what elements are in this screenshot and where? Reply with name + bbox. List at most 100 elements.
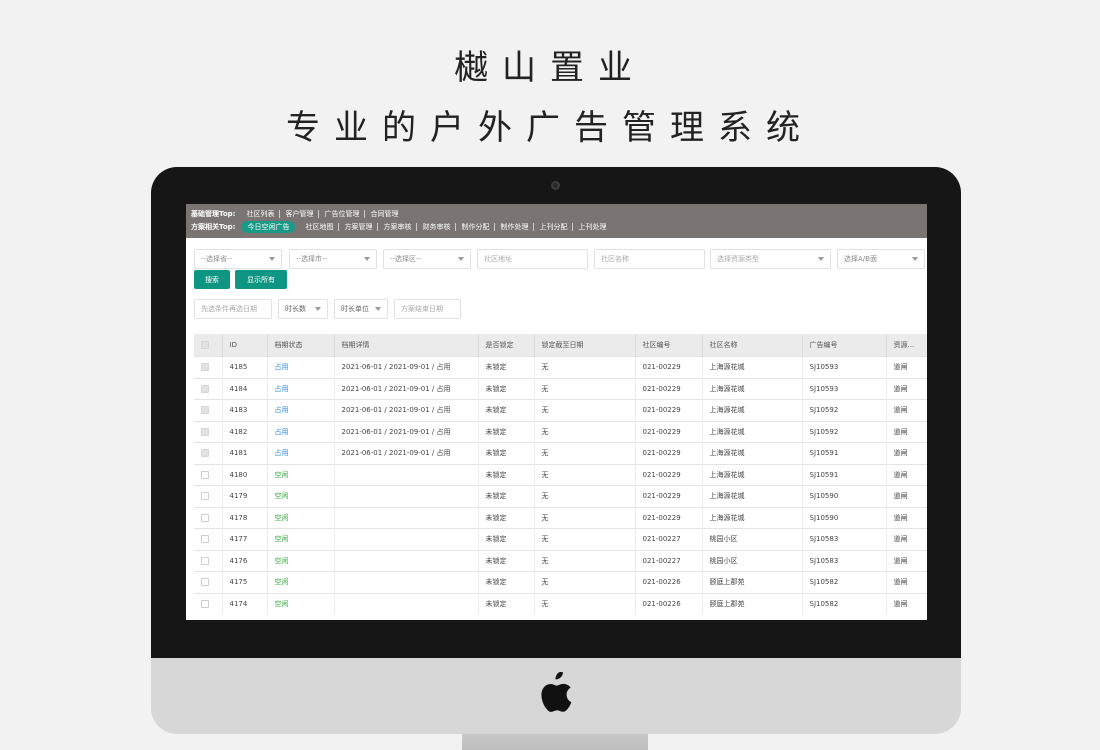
row-select-cell[interactable] [194, 592, 223, 615]
cell-status[interactable]: 空闲 [267, 549, 335, 572]
end-date-input[interactable]: 方案结束日期 [394, 299, 461, 319]
duration-select[interactable]: 时长数 [278, 299, 328, 319]
cell-status[interactable]: 空闲 [267, 571, 335, 593]
table-row[interactable]: 4175 空闲 未锁定无 021-00226 颐庭上郡苑 SJ10582 道闸 [194, 571, 927, 593]
resource-type-select[interactable]: 选择资源类型 [710, 249, 831, 269]
row-checkbox[interactable] [201, 449, 209, 458]
cell-status[interactable]: 空闲 [267, 463, 335, 486]
column-header[interactable]: 广告编号 [802, 334, 887, 357]
nav-link-ad-slot-management[interactable]: 广告位管理 [319, 209, 366, 218]
row-select-cell[interactable] [194, 506, 223, 529]
cell-lock-until: 无 [534, 506, 636, 529]
nav-link-plan-review[interactable]: 方案审核 [378, 222, 418, 231]
row-checkbox[interactable] [201, 535, 209, 544]
table-row[interactable]: 4183 占用 2021-06-01 / 2021-09-01 / 占用 未锁定无 02… [194, 399, 927, 421]
row-checkbox[interactable] [201, 363, 209, 372]
cell-resource: 道闸 [886, 399, 927, 421]
nav-link-customer-management[interactable]: 客户管理 [280, 209, 320, 218]
row-select-cell[interactable] [194, 528, 223, 550]
row-select-cell[interactable] [194, 356, 223, 378]
row-checkbox[interactable] [201, 556, 209, 565]
nav-link-production-assign[interactable]: 制作分配 [456, 222, 496, 231]
row-select-cell[interactable] [194, 442, 223, 464]
cell-status[interactable]: 占用 [267, 377, 335, 400]
row-select-cell[interactable] [194, 549, 223, 572]
row-checkbox[interactable] [201, 578, 209, 587]
community-name-input[interactable]: 社区名称 [594, 249, 705, 269]
table-row[interactable]: 4181 占用 2021-06-01 / 2021-09-01 / 占用 未锁定无 02… [194, 442, 927, 464]
duration-unit-value: 时长单位 [341, 305, 369, 313]
table-row[interactable]: 4184 占用 2021-06-01 / 2021-09-01 / 占用 未锁定无 02… [194, 377, 927, 400]
nav-link-production-process[interactable]: 制作处理 [495, 222, 535, 231]
row-checkbox[interactable] [201, 600, 209, 608]
table-row[interactable]: 4177 空闲 未锁定无 021-00227 桃园小区 SJ10583 道闸 [194, 528, 927, 550]
nav-link-today-free-ads[interactable]: 今日空闲广告 [241, 220, 296, 233]
cell-community-name: 上海源花城 [702, 377, 803, 400]
table-row[interactable]: 4180 空闲 未锁定无 021-00229 上海源花城 SJ10591 道闸 [194, 463, 927, 486]
cell-id: 4175 [222, 571, 268, 593]
column-header[interactable]: 是否锁定 [478, 334, 535, 357]
district-select[interactable]: --选择区-- [383, 249, 471, 269]
cell-status[interactable]: 占用 [267, 399, 335, 421]
table-row[interactable]: 4176 空闲 未锁定无 021-00227 桃园小区 SJ10583 道闸 [194, 549, 927, 572]
province-select[interactable]: --选择省-- [194, 249, 282, 269]
row-select-cell[interactable] [194, 377, 223, 400]
nav-link-community-map[interactable]: 社区地图 [300, 222, 340, 231]
start-date-input[interactable]: 先选条件再选日期 [194, 299, 272, 319]
column-header[interactable]: 社区编号 [635, 334, 703, 357]
row-checkbox[interactable] [201, 427, 209, 436]
duration-unit-select[interactable]: 时长单位 [334, 299, 388, 319]
row-checkbox[interactable] [201, 406, 209, 415]
select-all-checkbox[interactable] [201, 341, 209, 349]
row-select-cell[interactable] [194, 571, 223, 593]
cell-detail [334, 485, 479, 507]
cell-resource: 道闸 [886, 549, 927, 572]
row-checkbox[interactable] [201, 492, 209, 501]
nav-link-contract-management[interactable]: 合同管理 [365, 210, 403, 218]
cell-status[interactable]: 空闲 [267, 485, 335, 507]
nav-link-plan-management[interactable]: 方案管理 [339, 222, 379, 231]
select-all-header[interactable] [194, 334, 223, 357]
row-checkbox[interactable] [201, 384, 209, 393]
column-header[interactable]: 资源... [886, 334, 927, 357]
table-row[interactable]: 4178 空闲 未锁定无 021-00229 上海源花城 SJ10590 道闸 [194, 506, 927, 529]
column-header[interactable]: 档期状态 [267, 334, 335, 357]
cell-community-name: 上海源花城 [702, 485, 803, 507]
table-row[interactable]: 4185 占用 2021-06-01 / 2021-09-01 / 占用 未锁定无 02… [194, 356, 927, 378]
table-row[interactable]: 4179 空闲 未锁定无 021-00229 上海源花城 SJ10590 道闸 [194, 485, 927, 507]
nav-link-publish-process[interactable]: 上刊处理 [573, 223, 611, 231]
row-checkbox[interactable] [201, 470, 209, 479]
search-button[interactable]: 搜索 [194, 270, 230, 289]
cell-detail: 2021-06-01 / 2021-09-01 / 占用 [334, 420, 479, 443]
row-checkbox[interactable] [201, 513, 209, 522]
table-row[interactable]: 4182 占用 2021-06-01 / 2021-09-01 / 占用 未锁定无 02… [194, 420, 927, 443]
nav-link-community-list[interactable]: 社区列表 [241, 209, 281, 218]
district-select-value: --选择区-- [390, 255, 422, 263]
show-all-button[interactable]: 显示所有 [235, 270, 287, 289]
cell-status[interactable]: 占用 [267, 356, 335, 378]
row-select-cell[interactable] [194, 420, 223, 443]
row-select-cell[interactable] [194, 399, 223, 421]
column-header[interactable]: ID [222, 334, 268, 357]
table-row[interactable]: 4174 空闲 未锁定无 021-00226 颐庭上郡苑 SJ10582 道闸 [194, 592, 927, 615]
row-select-cell[interactable] [194, 485, 223, 507]
row-select-cell[interactable] [194, 463, 223, 486]
cell-status[interactable]: 空闲 [267, 592, 335, 615]
nav-link-finance-review[interactable]: 财务审核 [417, 222, 457, 231]
cell-lock-until: 无 [534, 485, 636, 507]
cell-status[interactable]: 空闲 [267, 506, 335, 529]
ab-side-select[interactable]: 选择A/B面 [837, 249, 925, 269]
city-select[interactable]: --选择市-- [289, 249, 377, 269]
cell-status[interactable]: 占用 [267, 442, 335, 464]
cell-status[interactable]: 空闲 [267, 528, 335, 550]
city-select-value: --选择市-- [296, 255, 328, 263]
column-header[interactable]: 锁定截至日期 [534, 334, 636, 357]
column-header[interactable]: 社区名称 [702, 334, 803, 357]
cell-status[interactable]: 占用 [267, 420, 335, 443]
column-header[interactable]: 档期详情 [334, 334, 479, 357]
cell-id: 4179 [222, 485, 268, 507]
cell-community-name: 上海源花城 [702, 442, 803, 464]
nav-link-publish-assign[interactable]: 上刊分配 [534, 222, 574, 231]
community-address-input[interactable]: 社区地址 [477, 249, 588, 269]
cell-locked: 未锁定 [478, 356, 535, 378]
